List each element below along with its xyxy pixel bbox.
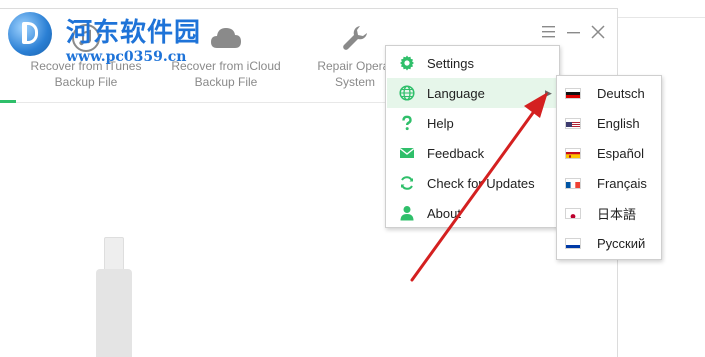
watermark-title: 河东软件园 [66,18,202,48]
menu-item-label: Feedback [427,145,485,161]
jp-flag-icon [565,207,581,219]
language-label: Русский [597,235,646,251]
person-icon [387,198,427,228]
language-label: 日本語 [597,206,637,222]
envelope-icon [387,138,427,168]
tool-label-line2: Backup File [194,75,258,89]
language-option-russian[interactable]: Русский [558,228,662,258]
active-tab-indicator [0,100,16,103]
settings-menu: Settings Language ▶ Help Feedback Check … [385,45,560,228]
language-label: Français [597,175,647,191]
watermark-logo-icon [8,12,52,56]
language-label: Deutsch [597,85,645,101]
app-window: Recover from iTunes Backup File Recover … [0,0,705,357]
language-option-deutsch[interactable]: Deutsch [558,78,662,108]
hamburger-menu-icon[interactable] [541,24,557,40]
tool-label-line2: Backup File [54,75,118,89]
language-option-espanol[interactable]: Español [558,138,662,168]
language-submenu: Deutsch English Español Français 日本語 Рус… [556,75,662,260]
background-strip [618,0,705,18]
watermark-url: www.pc0359.cn [66,49,187,65]
close-icon[interactable] [590,24,606,40]
menu-item-label: Language [427,85,485,101]
es-flag-icon [565,147,581,159]
de-flag-icon [565,87,581,99]
lightning-cable-illustration [96,237,132,357]
menu-item-settings[interactable]: Settings [387,48,559,78]
watermark: 河东软件园 www.pc0359.cn [4,8,244,68]
globe-icon [387,78,427,108]
language-option-japanese[interactable]: 日本語 [558,198,662,228]
menu-item-label: About [427,205,461,221]
menu-item-check-updates[interactable]: Check for Updates [387,168,559,198]
gear-icon [387,48,427,78]
language-option-english[interactable]: English [558,108,662,138]
menu-item-label: Help [427,115,454,131]
language-option-francais[interactable]: Français [558,168,662,198]
menu-item-language[interactable]: Language ▶ [387,78,559,108]
menu-item-label: Settings [427,55,474,71]
question-icon [387,108,427,138]
minimize-icon[interactable] [566,24,582,40]
fr-flag-icon [565,177,581,189]
language-label: English [597,115,640,131]
ru-flag-icon [565,237,581,249]
language-label: Español [597,145,644,161]
us-flag-icon [565,117,581,129]
menu-item-feedback[interactable]: Feedback [387,138,559,168]
menu-item-label: Check for Updates [427,175,535,191]
menu-item-help[interactable]: Help [387,108,559,138]
menu-item-about[interactable]: About [387,198,559,228]
refresh-icon [387,168,427,198]
